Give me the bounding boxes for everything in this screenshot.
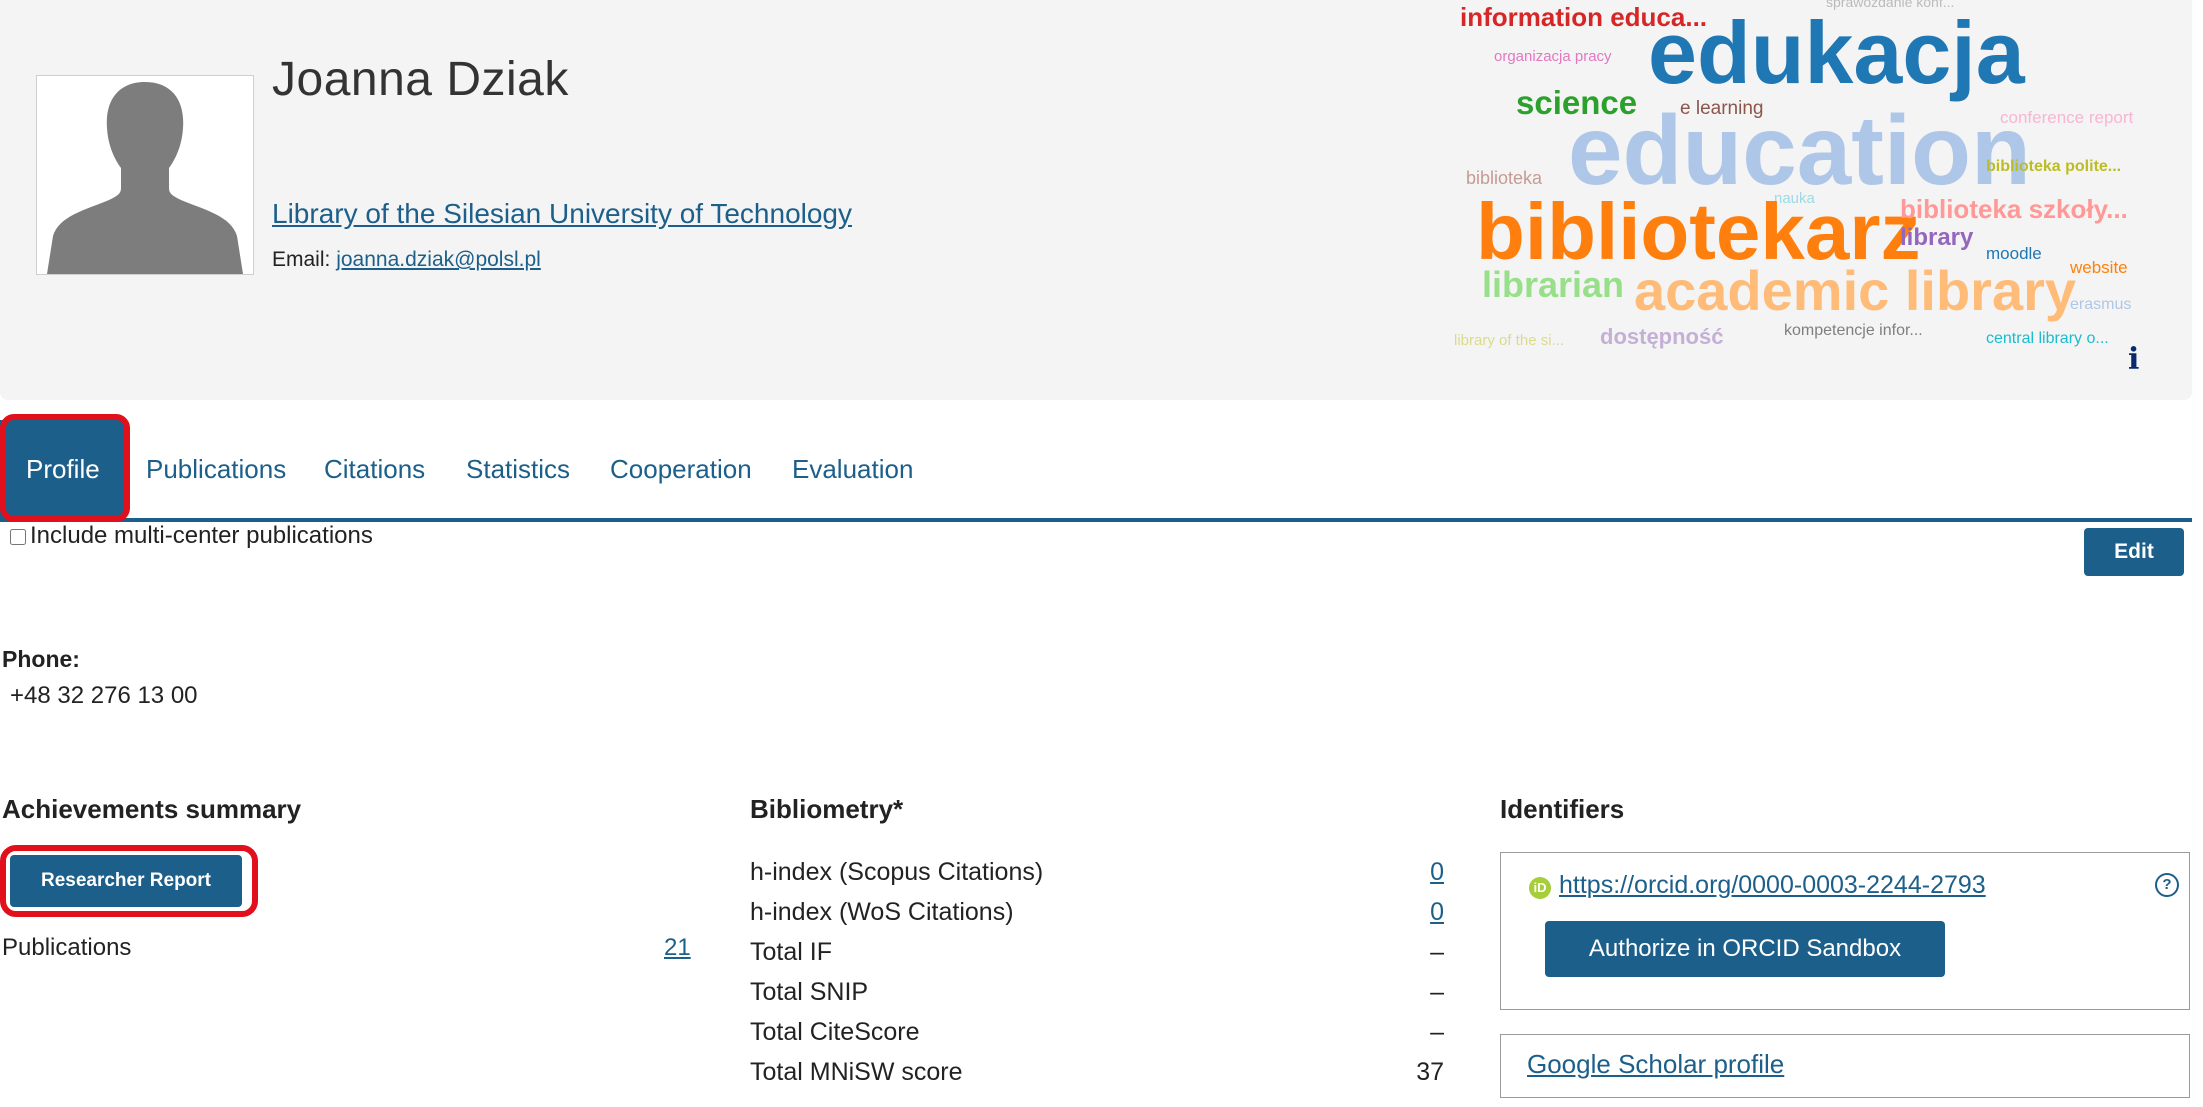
email-row: Email: joanna.dziak@polsl.pl [272, 248, 541, 272]
profile-header: Joanna Dziak Library of the Silesian Uni… [0, 0, 2192, 400]
bibliometry-value: – [1430, 1018, 1444, 1046]
orcid-box: iD https://orcid.org/0000-0003-2244-2793… [1500, 852, 2190, 1010]
google-scholar-link[interactable]: Google Scholar profile [1527, 1049, 1784, 1080]
cloud-word[interactable]: edukacja [1648, 2, 2025, 104]
keyword-cloud: sprawozdanie konf... information educa..… [1440, 0, 2200, 400]
tab-publications[interactable]: Publications [146, 420, 286, 518]
bibliometry-label: Total CiteScore [750, 1018, 920, 1046]
publications-label: Publications [2, 934, 132, 961]
info-icon[interactable]: i [2128, 342, 2139, 377]
bibliometry-label: h-index (Scopus Citations) [750, 858, 1044, 886]
multi-center-checkbox[interactable] [10, 528, 26, 545]
bibliometry-value: 37 [1416, 1058, 1444, 1086]
bibliometry-value: – [1430, 978, 1444, 1006]
affiliation-link[interactable]: Library of the Silesian University of Te… [272, 198, 852, 230]
cloud-word[interactable]: biblioteka polite... [1986, 158, 2121, 176]
publications-count-link[interactable]: 21 [664, 934, 691, 962]
phone-label: Phone: [2, 646, 80, 672]
identifiers-title: Identifiers [1500, 794, 1625, 824]
cloud-word[interactable]: central library o... [1986, 330, 2109, 348]
bibliometry-title: Bibliometry* [750, 794, 904, 824]
cloud-word[interactable]: academic library [1634, 258, 2076, 323]
cloud-word[interactable]: library of the si... [1454, 332, 1564, 349]
bibliometry-value: – [1430, 938, 1444, 966]
tab-highlight-annotation [0, 414, 130, 522]
orcid-link[interactable]: https://orcid.org/0000-0003-2244-2793 [1559, 871, 1986, 900]
bibliometry-label: Total IF [750, 938, 832, 966]
authorize-orcid-button[interactable]: Authorize in ORCID Sandbox [1545, 921, 1945, 977]
cloud-word[interactable]: library [1900, 224, 1973, 252]
bibliometry-value-link[interactable]: 0 [1384, 898, 1444, 927]
orcid-icon: iD [1529, 877, 1551, 899]
achievements-title: Achievements summary [2, 794, 302, 824]
tab-evaluation[interactable]: Evaluation [792, 420, 913, 518]
cloud-word[interactable]: librarian [1482, 264, 1624, 306]
cloud-word[interactable]: biblioteka szkoły... [1900, 194, 2128, 225]
cloud-word[interactable]: website [2070, 258, 2128, 278]
tab-citations[interactable]: Citations [324, 420, 425, 518]
cloud-word[interactable]: erasmus [2070, 296, 2131, 314]
cloud-word[interactable]: organizacja pracy [1494, 48, 1612, 65]
profile-name: Joanna Dziak [272, 53, 569, 106]
cloud-word[interactable]: kompetencje infor... [1784, 322, 1923, 340]
tab-statistics[interactable]: Statistics [466, 420, 570, 518]
person-silhouette-icon [47, 82, 243, 274]
avatar [36, 75, 254, 275]
google-scholar-box: Google Scholar profile [1500, 1034, 2190, 1098]
tab-bar: Profile Publications Citations Statistic… [0, 420, 2192, 522]
tab-cooperation[interactable]: Cooperation [610, 420, 752, 518]
email-link[interactable]: joanna.dziak@polsl.pl [336, 248, 541, 271]
multi-center-label: Include multi-center publications [30, 522, 373, 549]
help-icon[interactable]: ? [2155, 873, 2179, 897]
edit-button[interactable]: Edit [2084, 528, 2184, 576]
bibliometry-label: Total SNIP [750, 978, 869, 1006]
bibliometry-value-link[interactable]: 0 [1384, 858, 1444, 887]
report-highlight-annotation [0, 845, 258, 917]
email-label: Email: [272, 248, 331, 271]
cloud-word[interactable]: dostępność [1600, 324, 1723, 350]
phone-value: +48 32 276 13 00 [10, 682, 198, 709]
multi-center-option[interactable]: Include multi-center publications [10, 522, 373, 550]
bibliometry-label: h-index (WoS Citations) [750, 898, 1014, 926]
bibliometry-label: Total MNiSW score [750, 1058, 963, 1086]
